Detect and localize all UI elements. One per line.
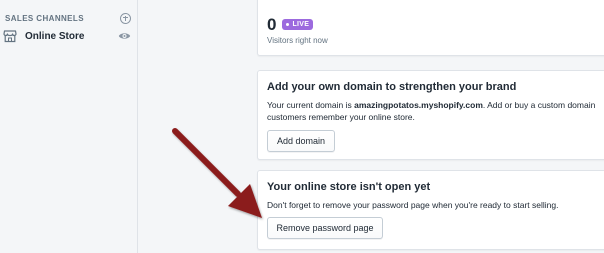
visitor-count: 0 bbox=[267, 15, 277, 34]
live-dot-icon bbox=[286, 23, 290, 26]
domain-card-text-line2: customers remember your online store. bbox=[267, 112, 415, 122]
sidebar: SALES CHANNELS Online Store bbox=[0, 0, 138, 253]
store-not-open-card: Your online store isn't open yet Don't f… bbox=[257, 170, 604, 250]
store-icon bbox=[3, 30, 17, 43]
domain-text-prefix: Your current domain is bbox=[267, 100, 355, 110]
sidebar-item-label: Online Store bbox=[25, 30, 85, 42]
sales-channels-title: SALES CHANNELS bbox=[5, 13, 84, 23]
live-badge-label: LIVE bbox=[292, 21, 310, 28]
store-not-open-text: Don't forget to remove your password pag… bbox=[267, 200, 559, 210]
visitors-row: 0 LIVE bbox=[267, 15, 314, 34]
plus-circle-icon[interactable] bbox=[120, 12, 131, 24]
remove-password-page-button[interactable]: Remove password page bbox=[267, 217, 383, 239]
sales-channels-header: SALES CHANNELS bbox=[5, 11, 131, 25]
eye-icon[interactable] bbox=[118, 31, 131, 41]
sidebar-item-online-store[interactable]: Online Store bbox=[3, 27, 131, 45]
domain-text-suffix: . Add or buy a custom domain bbox=[482, 100, 596, 110]
visitors-caption: Visitors right now bbox=[267, 36, 328, 45]
live-badge: LIVE bbox=[282, 19, 314, 30]
current-domain: amazingpotatos.myshopify.com bbox=[354, 100, 483, 110]
domain-card-title: Add your own domain to strengthen your b… bbox=[267, 81, 517, 93]
store-not-open-title: Your online store isn't open yet bbox=[267, 181, 431, 193]
live-visitors-card: 0 LIVE Visitors right now bbox=[257, 0, 604, 56]
domain-card: Add your own domain to strengthen your b… bbox=[257, 70, 604, 160]
add-domain-button[interactable]: Add domain bbox=[267, 130, 335, 152]
